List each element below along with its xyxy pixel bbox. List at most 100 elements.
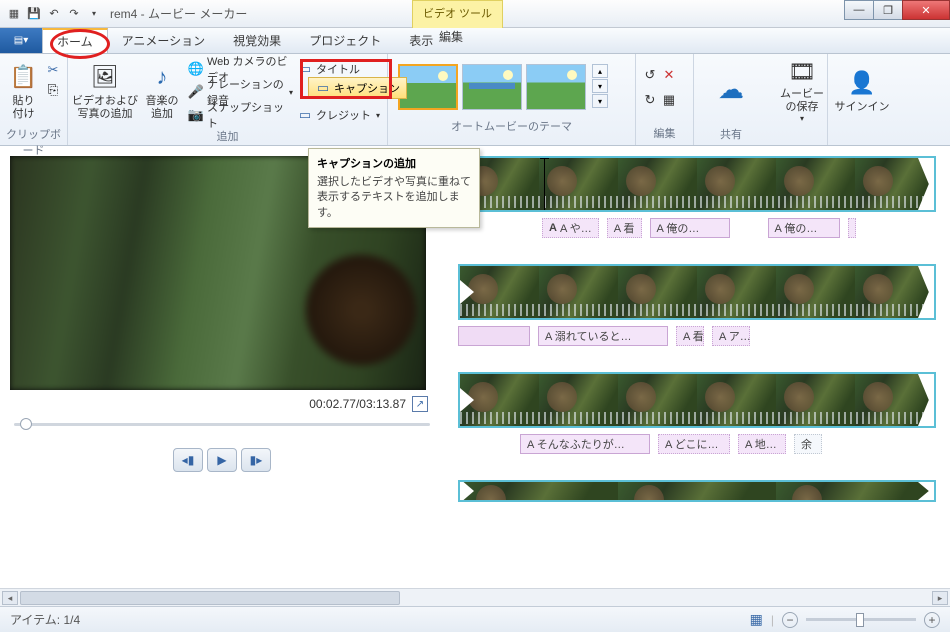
zoom-out-icon[interactable]: − [782, 612, 798, 628]
paste-button[interactable]: 📋 貼り 付け [6, 58, 41, 124]
tooltip-caption: キャプションの追加 選択したビデオや写真に重ねて表示するテキストを追加します。 [308, 148, 480, 228]
skydrive-icon: ☁ [715, 74, 747, 106]
caption-chip[interactable]: A 俺の… [650, 218, 730, 238]
fullscreen-icon[interactable]: ↗ [412, 396, 428, 412]
signin-button[interactable]: 👤 サインイン [834, 58, 890, 124]
playback-controls: ◂▮ ▶ ▮▸ [10, 448, 434, 472]
skydrive-button[interactable]: ☁ [711, 58, 751, 124]
scroll-thumb[interactable] [20, 591, 400, 605]
scroll-left-icon[interactable]: ◂ [2, 591, 18, 605]
caption-chip[interactable]: 余 [794, 434, 822, 454]
group-label-edit: 編集 [642, 123, 687, 141]
paste-label: 貼り 付け [13, 95, 35, 121]
view-thumbnails-icon[interactable]: ▦ [750, 611, 763, 628]
tab-visual-effects[interactable]: 視覚効果 [219, 28, 295, 53]
group-add: 🖼 ビデオおよび 写真の追加 ♪ 音楽の 追加 🌐Web カメラのビデオ 🎤ナレ… [68, 54, 388, 145]
qat-dropdown-icon[interactable]: ▾ [86, 6, 102, 22]
app-menu-icon[interactable]: ▦ [6, 6, 22, 22]
save-movie-button[interactable]: 🎞 ムービー の保存▾ [774, 58, 830, 124]
quick-access-toolbar: ▦ 💾 ↶ ↷ ▾ [0, 6, 108, 22]
caption-chip[interactable]: A 俺の… [768, 218, 840, 238]
redo-icon[interactable]: ↷ [66, 6, 82, 22]
mic-icon: 🎤 [188, 84, 204, 100]
seek-bar[interactable] [10, 412, 434, 430]
gallery-down-icon[interactable]: ▾ [592, 79, 608, 93]
caption-button[interactable]: ▭ キャプション [308, 77, 407, 99]
caption-chip[interactable]: A 看 [676, 326, 704, 346]
caption-chip[interactable]: A 地… [738, 434, 786, 454]
group-label-themes: オートムービーのテーマ [394, 116, 629, 134]
tab-home[interactable]: ホーム [42, 28, 108, 53]
next-frame-button[interactable]: ▮▸ [241, 448, 271, 472]
prev-frame-button[interactable]: ◂▮ [173, 448, 203, 472]
tooltip-body: 選択したビデオや写真に重ねて表示するテキストを追加します。 [317, 175, 471, 221]
minimize-button[interactable]: — [844, 0, 874, 20]
file-menu-button[interactable]: ▤▾ [0, 28, 42, 53]
playhead[interactable] [544, 156, 545, 212]
rotate-right-button[interactable]: ↻▦ [642, 89, 687, 111]
caption-chip[interactable] [848, 218, 856, 238]
save-movie-label: ムービー の保存 [780, 88, 824, 114]
maximize-button[interactable]: ❐ [873, 0, 903, 20]
webcam-icon: 🌐 [188, 61, 204, 77]
caption-chip[interactable] [458, 326, 530, 346]
caption-chip[interactable]: A そんなふたりが… [520, 434, 650, 454]
add-music-label: 音楽の 追加 [146, 95, 179, 121]
clip-strip-1[interactable] [458, 156, 936, 212]
undo-icon[interactable]: ↶ [46, 6, 62, 22]
contextual-tab-video-tools[interactable]: ビデオ ツール [412, 0, 503, 28]
select-all-icon[interactable]: ▦ [661, 92, 677, 108]
rotate-left-icon: ↺ [642, 67, 658, 83]
theme-gallery[interactable]: ▴ ▾ ▾ [394, 58, 629, 116]
theme-thumb-1[interactable] [398, 64, 458, 110]
group-automovie-themes: ▴ ▾ ▾ オートムービーのテーマ [388, 54, 636, 145]
credit-icon: ▭ [297, 107, 313, 123]
ribbon: 📋 貼り 付け ✂ ⎘ クリップボード 🖼 ビデオおよび 写真の追加 ♪ 音楽の… [0, 54, 950, 146]
status-bar: アイテム: 1/4 ▦ | − + [0, 606, 950, 632]
delete-icon[interactable]: ✕ [661, 67, 677, 83]
group-save-movie: 🎞 ムービー の保存▾ [768, 54, 828, 145]
clip-strip-3[interactable] [458, 372, 936, 428]
scroll-right-icon[interactable]: ▸ [932, 591, 948, 605]
caption-chip[interactable]: A ア… [712, 326, 750, 346]
theme-thumb-2[interactable] [462, 64, 522, 110]
cut-icon[interactable]: ✂ [45, 62, 61, 78]
rotate-left-button[interactable]: ↺✕ [642, 64, 687, 86]
group-edit: ↺✕ ↻▦ 編集 [636, 54, 694, 145]
horizontal-scrollbar[interactable]: ◂ ▸ [0, 588, 950, 606]
gallery-up-icon[interactable]: ▴ [592, 64, 608, 78]
music-icon: ♪ [146, 61, 178, 93]
caption-chip[interactable]: A 溺れていると… [538, 326, 668, 346]
video-photo-icon: 🖼 [89, 61, 121, 93]
zoom-in-icon[interactable]: + [924, 612, 940, 628]
tab-edit[interactable]: 編集 [425, 28, 477, 45]
signin-label: サインイン [835, 101, 890, 114]
credit-button[interactable]: ▭クレジット▾ [297, 104, 381, 126]
window-controls: — ❐ ✕ [845, 0, 950, 20]
play-button[interactable]: ▶ [207, 448, 237, 472]
gallery-more-icon[interactable]: ▾ [592, 94, 608, 108]
theme-thumb-3[interactable] [526, 64, 586, 110]
group-label-share: 共有 [700, 124, 762, 142]
rotate-right-icon: ↻ [642, 92, 658, 108]
zoom-thumb[interactable] [856, 613, 864, 627]
close-button[interactable]: ✕ [902, 0, 950, 20]
status-items: アイテム: 1/4 [10, 611, 80, 628]
add-video-photo-button[interactable]: 🖼 ビデオおよび 写真の追加 [74, 58, 136, 124]
clip-strip-2[interactable] [458, 264, 936, 320]
timeline-pane: AA や… A 看 A 俺の… A 俺の… A 溺れていると… A 看 A ア… [444, 146, 950, 604]
add-music-button[interactable]: ♪ 音楽の 追加 [140, 58, 184, 124]
tab-animation[interactable]: アニメーション [108, 28, 220, 53]
window-title: rem4 - ムービー メーカー [110, 5, 247, 22]
caption-chip[interactable]: AA や… [542, 218, 599, 238]
paste-icon: 📋 [8, 61, 40, 93]
copy-icon[interactable]: ⎘ [45, 82, 61, 98]
caption-chip[interactable]: A どこに… [658, 434, 730, 454]
tab-project[interactable]: プロジェクト [295, 28, 395, 53]
snapshot-button[interactable]: 📷スナップショット [188, 104, 293, 126]
zoom-slider[interactable] [806, 618, 916, 621]
clip-strip-4[interactable] [458, 480, 936, 502]
caption-chip[interactable]: A 看 [607, 218, 642, 238]
seek-thumb[interactable] [20, 418, 32, 430]
save-icon[interactable]: 💾 [26, 6, 42, 22]
